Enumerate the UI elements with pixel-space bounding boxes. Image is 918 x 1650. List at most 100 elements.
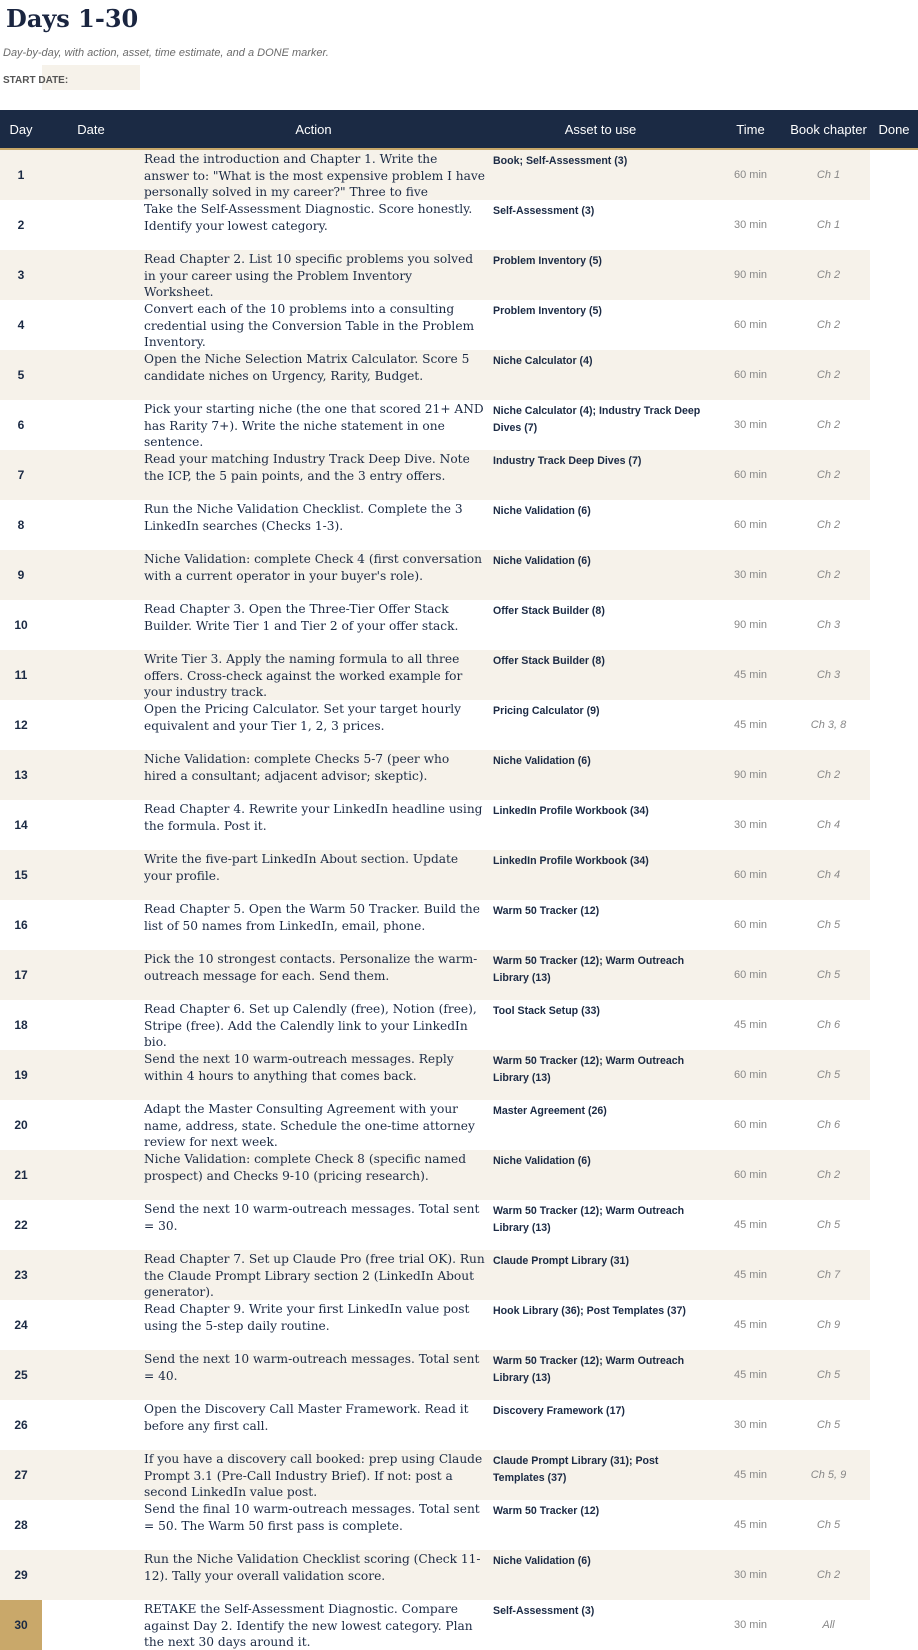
- date-cell[interactable]: [42, 750, 140, 800]
- done-cell[interactable]: [870, 1050, 918, 1100]
- table-row: 15 Write the five-part LinkedIn About sec…: [0, 850, 918, 900]
- done-cell[interactable]: [870, 550, 918, 600]
- date-cell[interactable]: [42, 1500, 140, 1550]
- table-header: Day Date Action Asset to use Time Book c…: [0, 110, 918, 150]
- asset-cell: Master Agreement (26): [487, 1100, 714, 1150]
- day-cell: 14: [0, 800, 42, 850]
- done-cell[interactable]: [870, 450, 918, 500]
- time-cell: 45 min: [714, 1500, 787, 1550]
- asset-cell: Niche Validation (6): [487, 1550, 714, 1600]
- done-cell[interactable]: [870, 1250, 918, 1300]
- day-cell: 3: [0, 250, 42, 300]
- day-cell: 6: [0, 400, 42, 450]
- table-row: 7 Read your matching Industry Track Deep …: [0, 450, 918, 500]
- done-cell[interactable]: [870, 1400, 918, 1450]
- action-cell: Send the next 10 warm-outreach messages.…: [140, 1350, 487, 1400]
- date-cell[interactable]: [42, 1100, 140, 1150]
- done-cell[interactable]: [870, 1350, 918, 1400]
- done-cell[interactable]: [870, 800, 918, 850]
- column-header-chapter[interactable]: Book chapter: [787, 122, 870, 137]
- date-cell[interactable]: [42, 900, 140, 950]
- done-cell[interactable]: [870, 850, 918, 900]
- date-cell[interactable]: [42, 350, 140, 400]
- date-cell[interactable]: [42, 1150, 140, 1200]
- date-cell[interactable]: [42, 200, 140, 250]
- done-cell[interactable]: [870, 350, 918, 400]
- date-cell[interactable]: [42, 1450, 140, 1500]
- date-cell[interactable]: [42, 800, 140, 850]
- chapter-cell: Ch 3, 8: [787, 700, 870, 750]
- date-cell[interactable]: [42, 1300, 140, 1350]
- done-cell[interactable]: [870, 1100, 918, 1150]
- date-cell[interactable]: [42, 300, 140, 350]
- table-row: 16 Read Chapter 5. Open the Warm 50 Track…: [0, 900, 918, 950]
- done-cell[interactable]: [870, 600, 918, 650]
- date-cell[interactable]: [42, 150, 140, 200]
- done-cell[interactable]: [870, 1450, 918, 1500]
- action-cell: If you have a discovery call booked: pre…: [140, 1450, 487, 1500]
- day-cell: 8: [0, 500, 42, 550]
- column-header-day[interactable]: Day: [0, 122, 42, 137]
- date-cell[interactable]: [42, 950, 140, 1000]
- done-cell[interactable]: [870, 250, 918, 300]
- column-header-action[interactable]: Action: [140, 122, 487, 137]
- done-cell[interactable]: [870, 400, 918, 450]
- date-cell[interactable]: [42, 400, 140, 450]
- day-cell: 25: [0, 1350, 42, 1400]
- chapter-cell: Ch 5: [787, 1400, 870, 1450]
- done-cell[interactable]: [870, 1000, 918, 1050]
- done-cell[interactable]: [870, 1300, 918, 1350]
- day-cell: 21: [0, 1150, 42, 1200]
- action-cell: Send the final 10 warm-outreach messages…: [140, 1500, 487, 1550]
- done-cell[interactable]: [870, 200, 918, 250]
- done-cell[interactable]: [870, 500, 918, 550]
- date-cell[interactable]: [42, 700, 140, 750]
- done-cell[interactable]: [870, 1550, 918, 1600]
- done-cell[interactable]: [870, 650, 918, 700]
- date-cell[interactable]: [42, 1400, 140, 1450]
- done-cell[interactable]: [870, 150, 918, 200]
- table-row: 14 Read Chapter 4. Rewrite your LinkedIn …: [0, 800, 918, 850]
- action-cell: Take the Self-Assessment Diagnostic. Sco…: [140, 200, 487, 250]
- chapter-cell: Ch 5: [787, 1500, 870, 1550]
- done-cell[interactable]: [870, 1500, 918, 1550]
- done-cell[interactable]: [870, 1150, 918, 1200]
- asset-cell: Niche Validation (6): [487, 1150, 714, 1200]
- date-cell[interactable]: [42, 1000, 140, 1050]
- column-header-done[interactable]: Done: [870, 122, 918, 137]
- done-cell[interactable]: [870, 300, 918, 350]
- date-cell[interactable]: [42, 1600, 140, 1650]
- date-cell[interactable]: [42, 1350, 140, 1400]
- done-cell[interactable]: [870, 1200, 918, 1250]
- date-cell[interactable]: [42, 1050, 140, 1100]
- date-cell[interactable]: [42, 1250, 140, 1300]
- column-header-date[interactable]: Date: [42, 122, 140, 137]
- date-cell[interactable]: [42, 450, 140, 500]
- chapter-cell: Ch 6: [787, 1100, 870, 1150]
- action-cell: Pick your starting niche (the one that s…: [140, 400, 487, 450]
- date-cell[interactable]: [42, 1550, 140, 1600]
- chapter-cell: Ch 4: [787, 850, 870, 900]
- time-cell: 45 min: [714, 650, 787, 700]
- done-cell[interactable]: [870, 700, 918, 750]
- chapter-cell: Ch 2: [787, 1550, 870, 1600]
- date-cell[interactable]: [42, 500, 140, 550]
- column-header-time[interactable]: Time: [714, 122, 787, 137]
- date-cell[interactable]: [42, 600, 140, 650]
- asset-cell: Claude Prompt Library (31); Post Templat…: [487, 1450, 714, 1500]
- day-cell: 2: [0, 200, 42, 250]
- action-cell: Run the Niche Validation Checklist. Comp…: [140, 500, 487, 550]
- time-cell: 60 min: [714, 1150, 787, 1200]
- date-cell[interactable]: [42, 850, 140, 900]
- chapter-cell: Ch 4: [787, 800, 870, 850]
- date-cell[interactable]: [42, 250, 140, 300]
- date-cell[interactable]: [42, 550, 140, 600]
- done-cell[interactable]: [870, 750, 918, 800]
- done-cell[interactable]: [870, 900, 918, 950]
- done-cell[interactable]: [870, 1600, 918, 1650]
- date-cell[interactable]: [42, 1200, 140, 1250]
- column-header-asset[interactable]: Asset to use: [487, 122, 714, 137]
- done-cell[interactable]: [870, 950, 918, 1000]
- date-cell[interactable]: [42, 650, 140, 700]
- table-row: 8 Run the Niche Validation Checklist. Com…: [0, 500, 918, 550]
